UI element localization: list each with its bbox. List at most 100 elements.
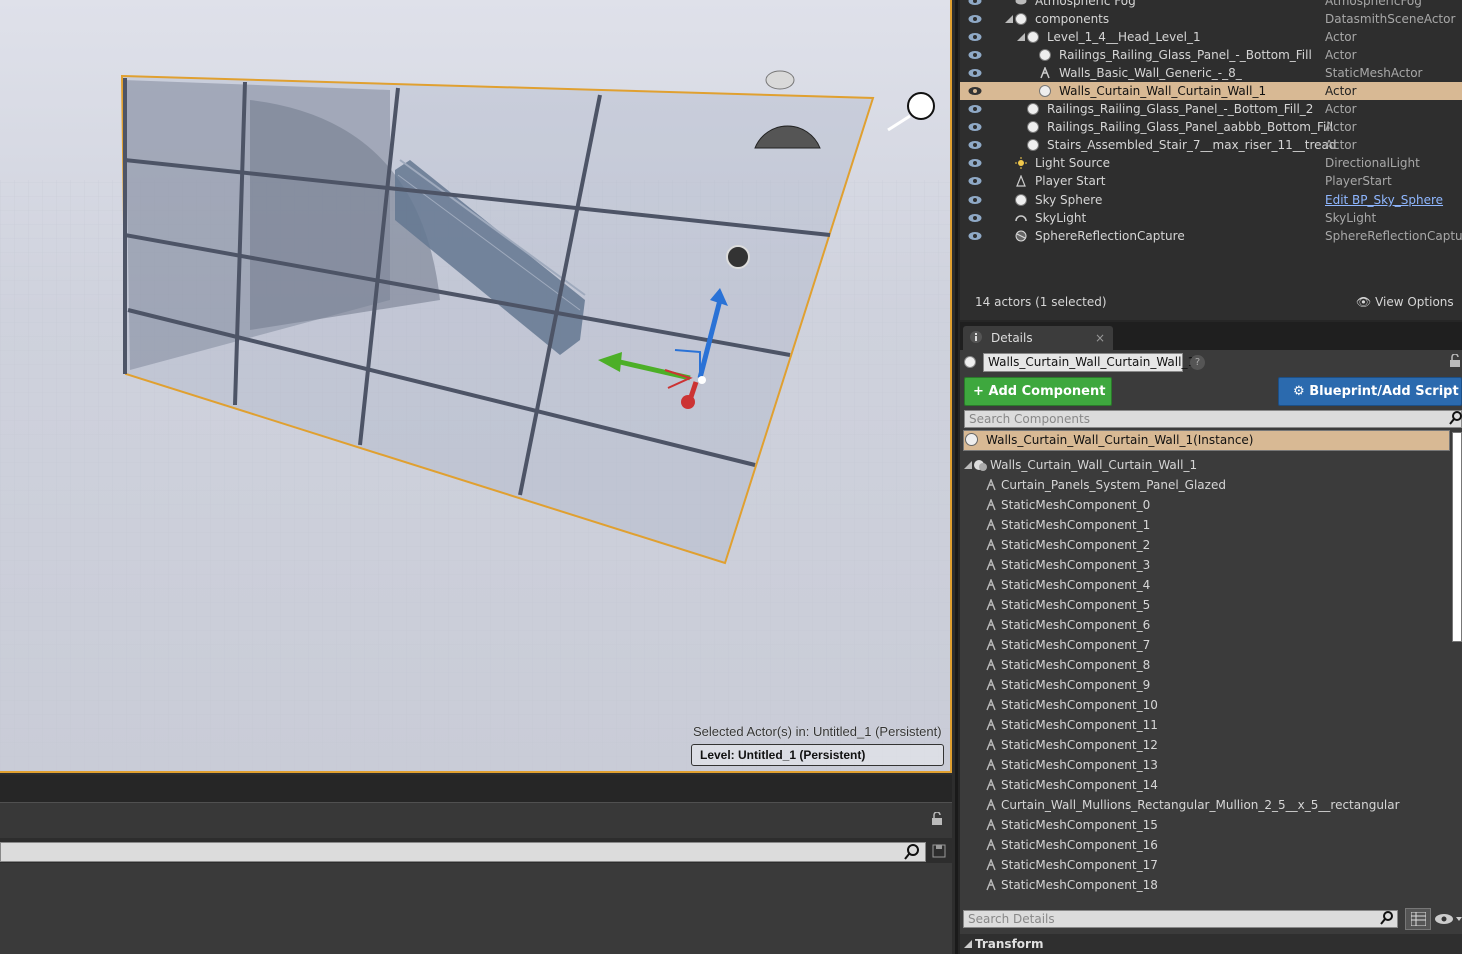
outliner-row[interactable]: components DatasmithSceneActor (960, 10, 1462, 28)
outliner-row[interactable]: Railings_Railing_Glass_Panel_-_Bottom_Fi… (960, 100, 1462, 118)
save-icon[interactable] (932, 844, 946, 858)
component-row[interactable]: StaticMeshComponent_10 (960, 695, 1450, 715)
static-mesh-icon (986, 699, 996, 711)
tab-details[interactable]: Details (963, 326, 1113, 350)
component-row-label: StaticMeshComponent_1 (1001, 518, 1151, 532)
fog-icon[interactable] (765, 70, 795, 90)
transform-section-header[interactable]: Transform (960, 934, 1462, 954)
visibility-eye-icon[interactable] (968, 104, 982, 114)
component-root-row[interactable]: Walls_Curtain_Wall_Curtain_Wall_1 (960, 455, 1450, 475)
level-viewport[interactable]: Selected Actor(s) in: Untitled_1 (Persis… (0, 0, 952, 773)
property-matrix-button[interactable] (1405, 908, 1431, 930)
actor-icon (1039, 49, 1051, 61)
visibility-eye-icon[interactable] (968, 158, 982, 168)
expand-triangle-icon[interactable] (964, 940, 972, 948)
static-mesh-icon (986, 519, 996, 531)
outliner-row[interactable]: Walls_Curtain_Wall_Curtain_Wall_1 Actor (960, 82, 1462, 100)
edit-blueprint-link[interactable]: Edit BP_Sky_Sphere (1325, 191, 1443, 209)
scene-component-icon (974, 460, 987, 471)
component-row[interactable]: StaticMeshComponent_14 (960, 775, 1450, 795)
expand-triangle-icon[interactable] (1017, 33, 1025, 41)
component-row[interactable]: StaticMeshComponent_2 (960, 535, 1450, 555)
component-row[interactable]: Curtain_Wall_Mullions_Rectangular_Mullio… (960, 795, 1450, 815)
component-instance-row[interactable]: Walls_Curtain_Wall_Curtain_Wall_1(Instan… (963, 430, 1450, 451)
outliner-row-label: SphereReflectionCapture (1035, 229, 1185, 243)
outliner-row[interactable]: SphereReflectionCapture SphereReflectionC… (960, 227, 1462, 245)
component-row[interactable]: StaticMeshComponent_17 (960, 855, 1450, 875)
component-row[interactable]: Curtain_Panels_System_Panel_Glazed (960, 475, 1450, 495)
outliner-row-type: Actor (1325, 102, 1357, 116)
visibility-eye-icon[interactable] (968, 68, 982, 78)
component-row[interactable]: StaticMeshComponent_3 (960, 555, 1450, 575)
search-icon[interactable] (904, 844, 922, 860)
component-row-label: StaticMeshComponent_14 (1001, 778, 1158, 792)
component-row[interactable]: StaticMeshComponent_6 (960, 615, 1450, 635)
outliner-row[interactable]: Stairs_Assembled_Stair_7__max_riser_11__… (960, 136, 1462, 154)
visibility-eye-icon[interactable] (968, 0, 982, 6)
component-row[interactable]: StaticMeshComponent_5 (960, 595, 1450, 615)
visibility-eye-icon[interactable] (968, 213, 982, 223)
tab-details-label: Details (991, 331, 1033, 345)
component-row[interactable]: StaticMeshComponent_0 (960, 495, 1450, 515)
outliner-row[interactable]: Level_1_4__Head_Level_1 Actor (960, 28, 1462, 46)
component-row[interactable]: StaticMeshComponent_15 (960, 815, 1450, 835)
visibility-eye-icon[interactable] (968, 195, 982, 205)
visibility-eye-icon[interactable] (968, 140, 982, 150)
visibility-eye-icon[interactable] (968, 50, 982, 60)
outliner-row[interactable]: Player Start PlayerStart (960, 172, 1462, 190)
sun-light-icon[interactable] (887, 92, 935, 132)
visibility-eye-icon[interactable] (968, 231, 982, 241)
search-icon[interactable] (1449, 411, 1462, 426)
close-icon[interactable]: × (1095, 331, 1105, 345)
component-row[interactable]: StaticMeshComponent_9 (960, 675, 1450, 695)
help-icon[interactable]: ? (1190, 355, 1205, 370)
bottom-search-input[interactable] (0, 842, 926, 862)
component-row[interactable]: StaticMeshComponent_11 (960, 715, 1450, 735)
reflection-capture-icon[interactable] (726, 245, 750, 269)
component-row[interactable]: StaticMeshComponent_1 (960, 515, 1450, 535)
component-row[interactable]: StaticMeshComponent_13 (960, 755, 1450, 775)
component-row[interactable]: StaticMeshComponent_4 (960, 575, 1450, 595)
visibility-eye-icon[interactable] (968, 14, 982, 24)
eye-icon[interactable] (1434, 911, 1462, 927)
expand-triangle-icon[interactable] (1005, 15, 1013, 23)
outliner-row-type: Actor (1325, 120, 1357, 134)
outliner-row[interactable]: Railings_Railing_Glass_Panel_aabbb_Botto… (960, 118, 1462, 136)
scrollbar[interactable] (1452, 432, 1462, 642)
component-row[interactable]: StaticMeshComponent_7 (960, 635, 1450, 655)
outliner-row-type: Actor (1325, 84, 1357, 98)
add-component-button[interactable]: + Add Component ▼ (964, 377, 1112, 425)
lock-icon[interactable] (1449, 354, 1461, 368)
eye-icon: 👁 (1356, 295, 1372, 309)
visibility-eye-icon[interactable] (968, 122, 982, 132)
search-icon[interactable] (1380, 911, 1394, 926)
blueprint-add-script-button[interactable]: ⚙ Blueprint/Add Script (1278, 377, 1462, 406)
outliner-row-label: Walls_Curtain_Wall_Curtain_Wall_1 (1059, 84, 1267, 98)
component-row[interactable]: StaticMeshComponent_8 (960, 655, 1450, 675)
outliner-row[interactable]: SkyLight SkyLight (960, 209, 1462, 227)
outliner-row[interactable]: Walls_Basic_Wall_Generic_-_8_ StaticMeshA… (960, 64, 1462, 82)
player-start-icon (1016, 175, 1026, 187)
visibility-eye-icon[interactable] (968, 86, 982, 96)
visibility-eye-icon[interactable] (968, 32, 982, 42)
outliner-row[interactable]: Railings_Railing_Glass_Panel_-_Bottom_Fi… (960, 46, 1462, 64)
outliner-row[interactable]: Light Source DirectionalLight (960, 154, 1462, 172)
component-row[interactable]: StaticMeshComponent_12 (960, 735, 1450, 755)
visibility-eye-icon[interactable] (968, 176, 982, 186)
component-row-label: StaticMeshComponent_0 (1001, 498, 1151, 512)
actor-name-field[interactable]: Walls_Curtain_Wall_Curtain_Wall_1 (983, 353, 1195, 372)
outliner-row-type: DatasmithSceneActor (1325, 12, 1456, 26)
static-mesh-icon (986, 599, 996, 611)
search-components-input[interactable]: Search Components (964, 410, 1462, 428)
expand-triangle-icon[interactable] (964, 461, 972, 469)
outliner-row-label: Sky Sphere (1035, 193, 1103, 207)
lock-icon[interactable] (930, 812, 944, 826)
directional-light-icon (1015, 157, 1027, 169)
blueprint-add-script-label: Blueprint/Add Script (1309, 384, 1459, 399)
outliner-row[interactable]: Atmospheric Fog AtmosphericFog (960, 0, 1462, 10)
component-row[interactable]: StaticMeshComponent_16 (960, 835, 1450, 855)
outliner-row[interactable]: Sky Sphere Edit BP_Sky_Sphere (960, 191, 1462, 209)
component-row[interactable]: StaticMeshComponent_18 (960, 875, 1450, 895)
component-row-label: StaticMeshComponent_2 (1001, 538, 1151, 552)
search-details-input[interactable]: Search Details (963, 910, 1398, 928)
